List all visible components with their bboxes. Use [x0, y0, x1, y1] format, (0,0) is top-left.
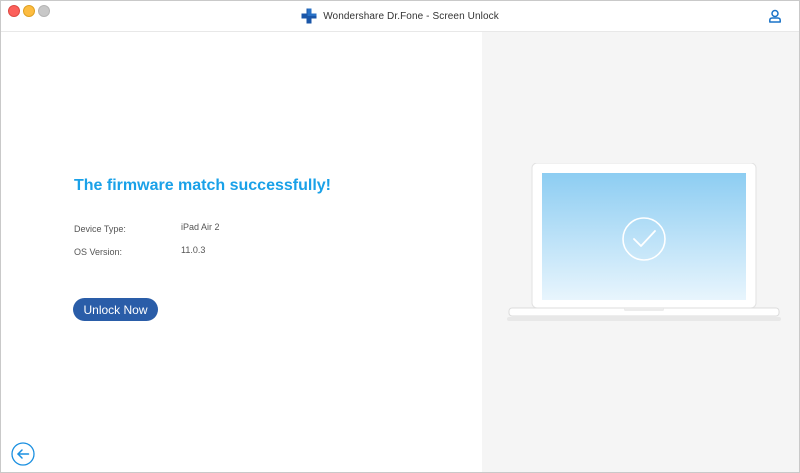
- content-pane: The firmware match successfully! Device …: [1, 32, 482, 472]
- device-type-label: Device Type:: [74, 224, 126, 234]
- title-bar: Wondershare Dr.Fone - Screen Unlock: [1, 1, 799, 32]
- user-icon[interactable]: [768, 9, 782, 23]
- page-title: The firmware match successfully!: [74, 177, 331, 194]
- device-type-value: iPad Air 2: [181, 222, 220, 232]
- window-title-group: Wondershare Dr.Fone - Screen Unlock: [1, 8, 799, 24]
- back-arrow-icon[interactable]: [11, 442, 35, 466]
- unlock-now-button[interactable]: Unlock Now: [73, 298, 158, 321]
- os-version-value: 11.0.3: [181, 245, 206, 255]
- laptop-illustration: [506, 162, 782, 323]
- window-title: Wondershare Dr.Fone - Screen Unlock: [323, 10, 499, 22]
- os-version-label: OS Version:: [74, 247, 123, 257]
- drfone-cross-icon: [301, 8, 317, 24]
- app-window: Wondershare Dr.Fone - Screen Unlock The …: [0, 0, 800, 473]
- illustration-pane: [482, 32, 799, 472]
